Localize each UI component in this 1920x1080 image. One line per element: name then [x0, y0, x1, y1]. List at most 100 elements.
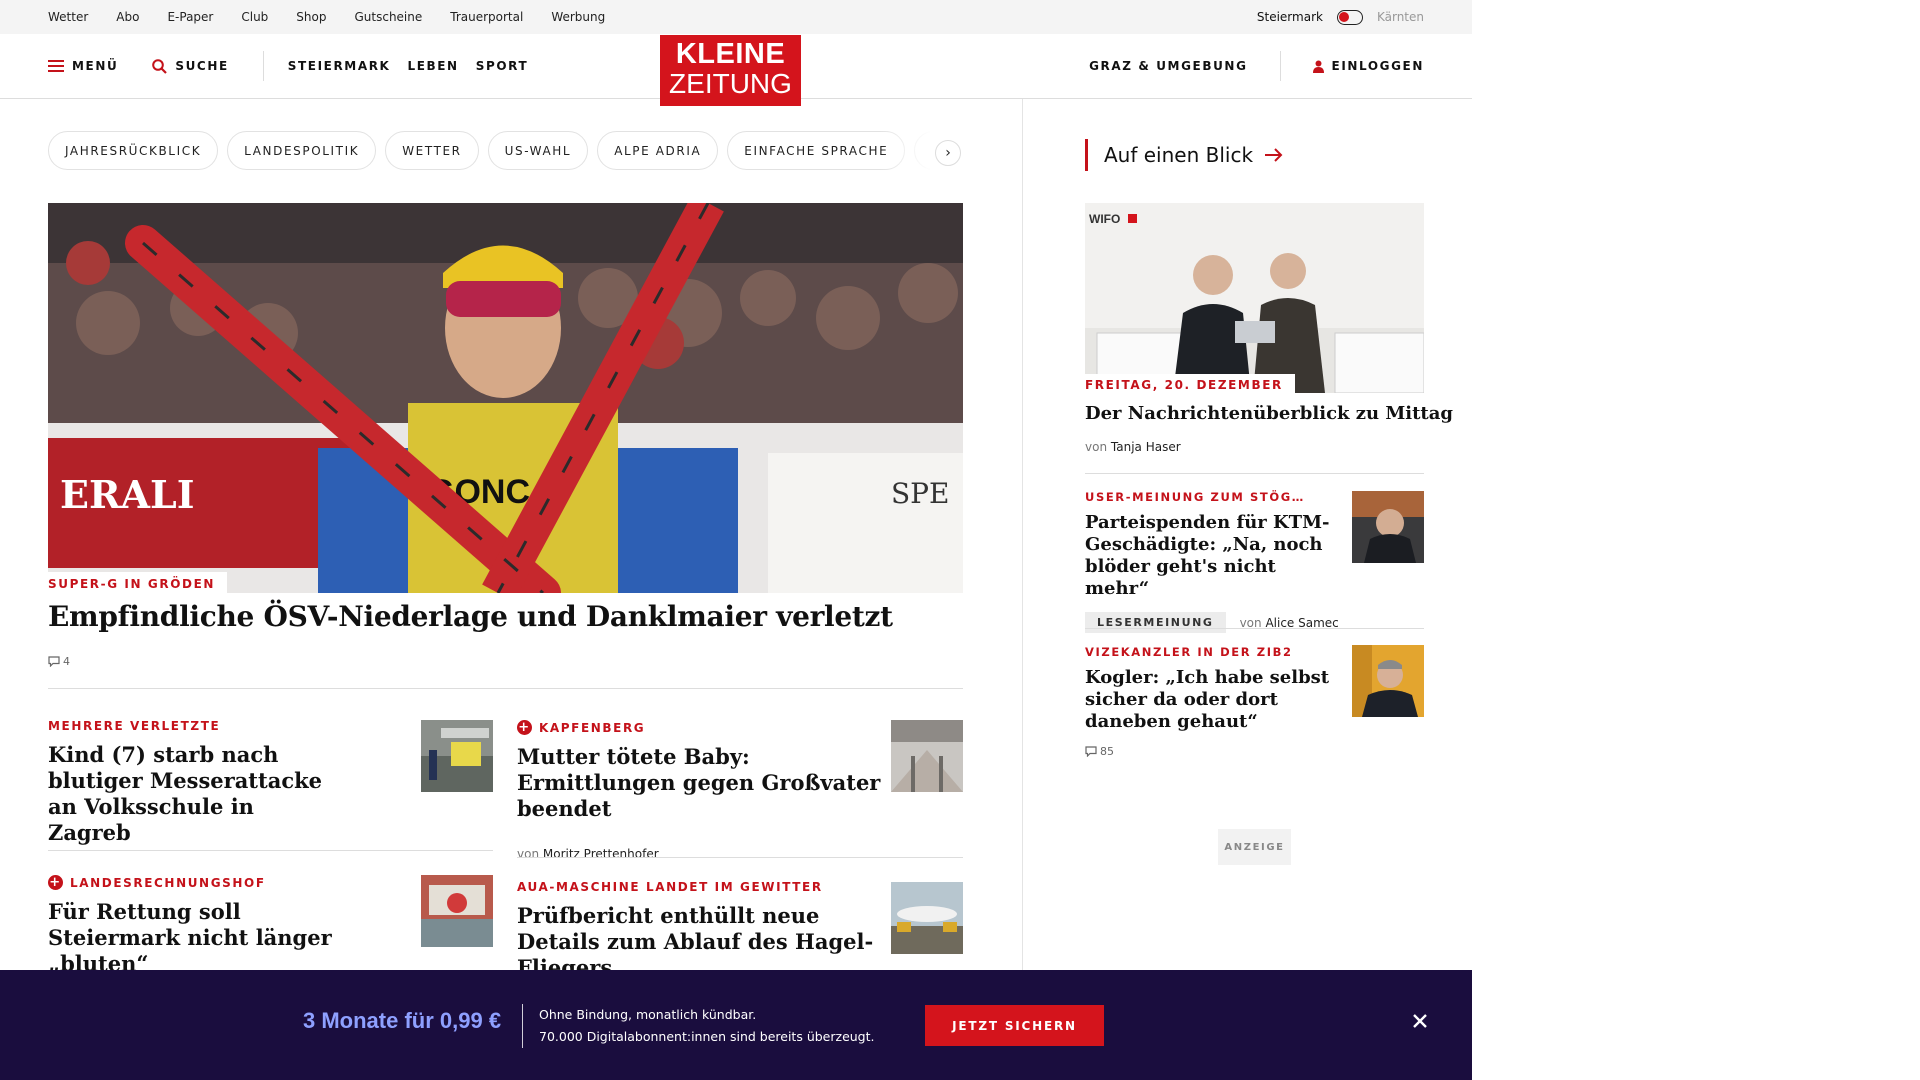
utility-link-wetter[interactable]: Wetter	[48, 10, 88, 24]
tag-chip[interactable]: EINFACHE SPRACHE	[727, 131, 906, 170]
plus-icon: +	[517, 720, 532, 735]
article-kicker: AUA-MASCHINE LANDET IM GEWITTER	[517, 880, 887, 894]
utility-links: Wetter Abo E-Paper Club Shop Gutscheine …	[48, 0, 633, 34]
tag-chip[interactable]: JAHRESRÜCKBLICK	[48, 131, 219, 170]
login-label: EINLOGGEN	[1331, 59, 1424, 73]
section-divider	[48, 688, 963, 689]
utility-link-epaper[interactable]: E-Paper	[167, 10, 213, 24]
sidebar-heading[interactable]: Auf einen Blick	[1085, 139, 1283, 171]
hamburger-icon	[48, 60, 64, 72]
nav-graz-umgebung[interactable]: GRAZ & UMGEBUNG	[1089, 59, 1247, 73]
comment-count: 85	[1100, 745, 1114, 758]
sidebar-thumbnail[interactable]	[1352, 491, 1424, 563]
opinion-badge: LESERMEINUNG	[1085, 612, 1226, 633]
region-switch: Steiermark Kärnten	[1257, 0, 1424, 34]
column-divider	[1022, 99, 1023, 999]
search-button[interactable]: SUCHE	[152, 58, 229, 74]
sidebar-title: Kogler: „Ich habe selbst sicher da oder …	[1085, 667, 1330, 732]
ad-label: ANZEIGE	[1218, 829, 1291, 865]
article-kicker: + LANDESRECHNUNGSHOF	[48, 875, 388, 890]
article-title: Kind (7) starb nach blutiger Messerattac…	[48, 742, 323, 845]
menu-label: MENÜ	[72, 59, 119, 73]
article-kicker-text: KAPFENBERG	[539, 720, 646, 735]
nav-leben[interactable]: LEBEN	[407, 59, 458, 73]
article-kicker: + KAPFENBERG	[517, 720, 887, 735]
article-card[interactable]: + LANDESRECHNUNGSHOF Für Rettung soll St…	[48, 875, 388, 977]
utility-link-abo[interactable]: Abo	[116, 10, 139, 24]
sidebar-photo: WIFO	[1085, 203, 1424, 393]
close-icon[interactable]	[1409, 1010, 1431, 1032]
hero-photo: ERALI SPE GONC	[48, 203, 963, 593]
sidebar-divider	[1085, 473, 1424, 474]
hero-comments[interactable]: 4	[48, 655, 70, 668]
comment-icon	[48, 656, 60, 667]
main-header: MENÜ SUCHE STEIERMARK LEBEN SPORT KLEINE…	[0, 34, 1472, 106]
sidebar-title: Parteispenden für KTM-Geschädigte: „Na, …	[1085, 512, 1330, 599]
region-steiermark[interactable]: Steiermark	[1257, 10, 1323, 24]
svg-text:WIFO: WIFO	[1089, 212, 1120, 226]
article-divider	[517, 857, 963, 858]
subscribe-button[interactable]: JETZT SICHERN	[925, 1005, 1104, 1046]
comment-icon	[1085, 746, 1097, 757]
utility-link-gutscheine[interactable]: Gutscheine	[354, 10, 422, 24]
tag-chip[interactable]: US-WAHL	[487, 131, 589, 170]
byline-author[interactable]: Moritz Prettenhofer	[543, 847, 659, 861]
article-byline: von Moritz Prettenhofer	[517, 847, 887, 861]
article-thumbnail[interactable]	[421, 720, 493, 792]
article-title: Mutter tötete Baby: Ermittlungen gegen G…	[517, 744, 881, 821]
article-thumbnail[interactable]	[891, 720, 963, 792]
utility-link-club[interactable]: Club	[241, 10, 268, 24]
article-divider	[48, 850, 493, 851]
article-kicker: MEHRERE VERLETZTE	[48, 719, 378, 733]
sidebar-feature-image[interactable]: WIFO	[1085, 203, 1424, 393]
sidebar-thumbnail[interactable]	[1352, 645, 1424, 717]
page: Wetter Abo E-Paper Club Shop Gutscheine …	[0, 0, 1472, 1080]
sidebar-comments[interactable]: 85	[1085, 745, 1424, 758]
region-kaernten[interactable]: Kärnten	[1377, 10, 1424, 24]
tag-chip[interactable]: LANDESPOLITIK	[227, 131, 377, 170]
header-divider	[262, 51, 264, 81]
kleine-zeitung-logo[interactable]: KLEINE ZEITUNG	[660, 35, 801, 106]
logo-line2: ZEITUNG	[669, 68, 792, 99]
byline-prefix: von	[517, 847, 540, 861]
utility-link-shop[interactable]: Shop	[296, 10, 326, 24]
hero-title[interactable]: Empfindliche ÖSV-Niederlage und Danklmai…	[48, 600, 893, 633]
chevron-right-icon[interactable]: ›	[935, 140, 961, 166]
svg-text:SPE: SPE	[891, 477, 949, 510]
banner-divider	[522, 1004, 523, 1048]
nav-steiermark[interactable]: STEIERMARK	[288, 59, 391, 73]
utility-bar: Wetter Abo E-Paper Club Shop Gutscheine …	[0, 0, 1472, 34]
banner-line2: 70.000 Digitalabonnent:innen sind bereit…	[539, 1029, 875, 1044]
topic-tags: JAHRESRÜCKBLICK LANDESPOLITIK WETTER US-…	[48, 131, 963, 170]
article-thumbnail[interactable]	[421, 875, 493, 947]
sidebar-feature-byline: von Tanja Haser	[1085, 440, 1181, 454]
article-card[interactable]: + KAPFENBERG Mutter tötete Baby: Ermittl…	[517, 720, 887, 861]
comment-count: 4	[63, 655, 70, 668]
byline-author[interactable]: Tanja Haser	[1111, 440, 1181, 454]
hero-kicker[interactable]: SUPER-G IN GRÖDEN	[48, 572, 228, 595]
article-card[interactable]: MEHRERE VERLETZTE Kind (7) starb nach bl…	[48, 719, 378, 846]
article-card[interactable]: AUA-MASCHINE LANDET IM GEWITTER Prüfberi…	[517, 880, 887, 981]
search-icon	[152, 58, 168, 74]
sidebar-feature-title[interactable]: Der Nachrichtenüberblick zu Mittag	[1085, 403, 1453, 424]
sidebar-heading-text: Auf einen Blick	[1104, 143, 1254, 167]
nav-sport[interactable]: SPORT	[476, 59, 529, 73]
plus-icon: +	[48, 875, 63, 890]
tag-chip[interactable]: ALPE ADRIA	[597, 131, 719, 170]
login-button[interactable]: EINLOGGEN	[1312, 59, 1424, 73]
banner-text: Ohne Bindung, monatlich kündbar. 70.000 …	[539, 1004, 875, 1048]
article-thumbnail[interactable]	[891, 882, 963, 954]
utility-link-trauerportal[interactable]: Trauerportal	[450, 10, 523, 24]
hero-image[interactable]: ERALI SPE GONC	[48, 203, 963, 593]
region-toggle[interactable]	[1336, 9, 1363, 25]
arrow-right-icon	[1265, 148, 1283, 162]
banner-price: 3 Monate für 0,99 €	[303, 1008, 502, 1033]
utility-link-werbung[interactable]: Werbung	[551, 10, 605, 24]
sidebar-feature-date: FREITAG, 20. DEZEMBER	[1085, 374, 1295, 396]
tag-chip[interactable]: WETTER	[385, 131, 479, 170]
menu-button[interactable]: MENÜ	[48, 59, 118, 73]
search-label: SUCHE	[175, 59, 229, 73]
article-kicker-text: LANDESRECHNUNGSHOF	[70, 875, 266, 890]
sidebar-meta: LESERMEINUNG von Alice Samec	[1085, 612, 1424, 633]
article-kicker-text: AUA-MASCHINE LANDET IM GEWITTER	[517, 880, 823, 894]
